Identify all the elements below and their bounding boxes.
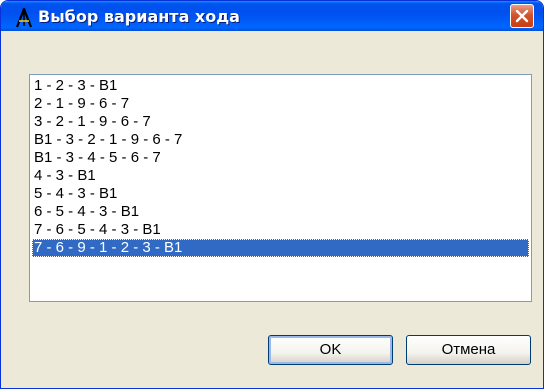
list-item[interactable]: 7 - 6 - 9 - 1 - 2 - 3 - B1 [32, 239, 529, 257]
list-item[interactable]: 2 - 1 - 9 - 6 - 7 [32, 95, 529, 113]
list-item[interactable]: 6 - 5 - 4 - 3 - B1 [32, 203, 529, 221]
list-item[interactable]: 7 - 6 - 5 - 4 - 3 - B1 [32, 221, 529, 239]
list-item[interactable]: B1 - 3 - 4 - 5 - 6 - 7 [32, 149, 529, 167]
list-item[interactable]: 3 - 2 - 1 - 9 - 6 - 7 [32, 113, 529, 131]
list-item[interactable]: B1 - 3 - 2 - 1 - 9 - 6 - 7 [32, 131, 529, 149]
list-item[interactable]: 1 - 2 - 3 - B1 [32, 77, 529, 95]
dialog-body: 1 - 2 - 3 - B1 2 - 1 - 9 - 6 - 73 - 2 - 1… [4, 31, 540, 386]
close-button[interactable] [510, 4, 534, 28]
list-item[interactable]: 5 - 4 - 3 - B1 [32, 185, 529, 203]
ok-button[interactable]: OK [268, 335, 393, 365]
compass-tool-icon [13, 7, 35, 29]
move-variants-list[interactable]: 1 - 2 - 3 - B1 2 - 1 - 9 - 6 - 73 - 2 - 1… [29, 74, 532, 302]
list-item[interactable]: 4 - 3 - B1 [32, 167, 529, 185]
dialog-window: Выбор варианта хода 1 - 2 - 3 - B1 2 - 1 … [0, 0, 544, 389]
cancel-button[interactable]: Отмена [406, 335, 531, 365]
window-title: Выбор варианта хода [38, 7, 240, 26]
close-icon [515, 9, 529, 23]
title-bar[interactable]: Выбор варианта хода [1, 1, 543, 31]
